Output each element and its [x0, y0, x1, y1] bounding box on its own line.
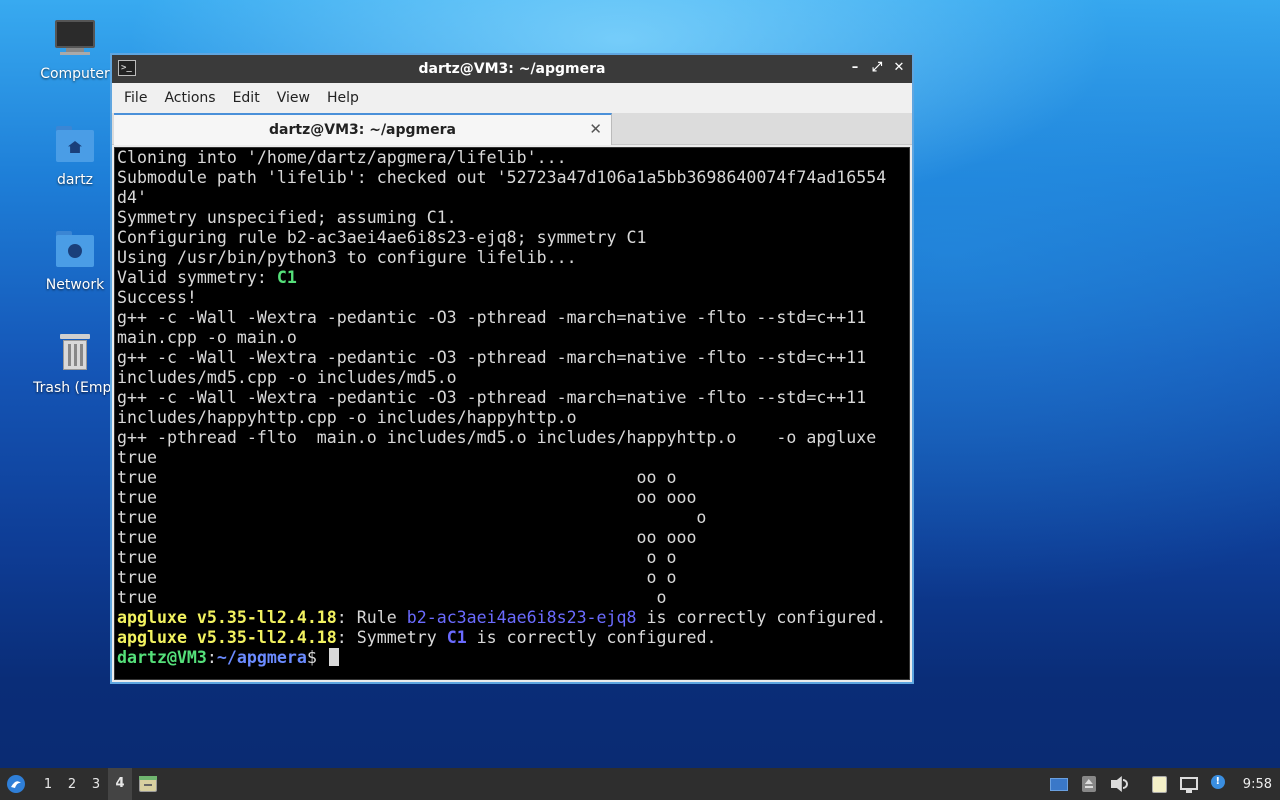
menu-actions[interactable]: Actions: [158, 90, 226, 106]
terminal-line: true o o: [117, 548, 677, 567]
minimize-button[interactable]: –: [848, 59, 862, 77]
terminal-line: Configuring rule b2-ac3aei4ae6i8s23-ejq8…: [117, 228, 647, 247]
menu-help[interactable]: Help: [321, 90, 370, 106]
terminal-line: Success!: [117, 288, 197, 307]
show-desktop-icon[interactable]: [1049, 774, 1069, 794]
tab-label: dartz@VM3: ~/apgmera: [269, 122, 456, 138]
program-version: apgluxe v5.35-ll2.4.18: [117, 628, 337, 647]
terminal-line: true oo ooo: [117, 528, 697, 547]
notification-icon[interactable]: !: [1209, 774, 1229, 794]
network-status-icon[interactable]: [1179, 774, 1199, 794]
terminal-line: g++ -c -Wall -Wextra -pedantic -O3 -pthr…: [117, 348, 867, 367]
terminal-line: g++ -c -Wall -Wextra -pedantic -O3 -pthr…: [117, 388, 867, 407]
terminal-line: true oo ooo: [117, 488, 697, 507]
tab-bar: dartz@VM3: ~/apgmera ✕: [112, 113, 912, 145]
terminal-line-symmetry-configured: apgluxe v5.35-ll2.4.18: Symmetry C1 is c…: [117, 628, 909, 648]
terminal-prompt[interactable]: dartz@VM3:~/apgmera$: [117, 648, 909, 668]
terminal-line: true oo o: [117, 468, 677, 487]
prompt-separator: :: [206, 648, 217, 667]
terminal-line: d4': [117, 188, 147, 207]
tab-close-icon[interactable]: ✕: [589, 120, 602, 138]
prompt-path: ~/apgmera: [216, 648, 307, 667]
volume-icon[interactable]: [1109, 774, 1129, 794]
terminal-line: Symmetry unspecified; assuming C1.: [117, 208, 457, 227]
terminal-line: includes/happyhttp.cpp -o includes/happy…: [117, 408, 577, 427]
system-tray: ! 9:58: [1049, 768, 1272, 800]
clock[interactable]: 9:58: [1243, 777, 1272, 792]
workspace-2[interactable]: 2: [60, 777, 84, 792]
home-folder-icon: [54, 124, 96, 166]
rule-status: is correctly configured.: [636, 608, 887, 627]
terminal-line: Cloning into '/home/dartz/apgmera/lifeli…: [117, 148, 567, 167]
trash-icon: [54, 332, 96, 374]
prompt-dollar: $: [306, 648, 327, 667]
terminal-line: g++ -pthread -flto main.o includes/md5.o…: [117, 428, 877, 447]
network-folder-icon: [54, 229, 96, 271]
program-version: apgluxe v5.35-ll2.4.18: [117, 608, 337, 627]
taskbar: 1 2 3 4 ! 9:58: [0, 768, 1280, 800]
clipboard-icon[interactable]: [1149, 774, 1169, 794]
menu-file[interactable]: File: [118, 90, 158, 106]
menu-bar: File Actions Edit View Help: [112, 83, 912, 113]
window-titlebar[interactable]: >_ dartz@VM3: ~/apgmera – ⤢ ✕: [112, 55, 912, 83]
rule-text: : Rule: [336, 608, 407, 627]
terminal-line-rule-configured: apgluxe v5.35-ll2.4.18: Rule b2-ac3aei4a…: [117, 608, 909, 628]
terminal-line: includes/md5.cpp -o includes/md5.o: [117, 368, 457, 387]
computer-icon: [54, 18, 96, 60]
menu-edit[interactable]: Edit: [227, 90, 271, 106]
terminal-output[interactable]: Cloning into '/home/dartz/apgmera/lifeli…: [114, 147, 910, 680]
valid-symmetry-value: C1: [276, 268, 297, 287]
rule-string: b2-ac3aei4ae6i8s23-ejq8: [406, 608, 637, 627]
terminal-line-valid-symmetry: Valid symmetry: C1: [117, 268, 909, 288]
terminal-line: true: [117, 448, 157, 467]
symmetry-status: is correctly configured.: [466, 628, 717, 647]
terminal-app-icon[interactable]: >_: [118, 60, 136, 76]
terminal-line: Using /usr/bin/python3 to configure life…: [117, 248, 577, 267]
start-menu-button[interactable]: [0, 768, 32, 800]
lubuntu-logo-icon: [7, 775, 25, 793]
valid-symmetry-label: Valid symmetry:: [117, 268, 277, 287]
symmetry-text: : Symmetry: [336, 628, 447, 647]
terminal-line: true o: [117, 588, 667, 607]
prompt-user: dartz@VM3: [117, 648, 207, 667]
workspace-1[interactable]: 1: [36, 777, 60, 792]
terminal-line: true o: [117, 508, 707, 527]
eject-icon[interactable]: [1079, 774, 1099, 794]
terminal-window[interactable]: >_ dartz@VM3: ~/apgmera – ⤢ ✕ File Actio…: [110, 53, 914, 684]
window-title: dartz@VM3: ~/apgmera: [418, 61, 606, 77]
terminal-line: true o o: [117, 568, 677, 587]
close-button[interactable]: ✕: [892, 59, 906, 77]
file-manager-launcher-icon[interactable]: [138, 774, 158, 794]
menu-view[interactable]: View: [271, 90, 321, 106]
text-cursor: [328, 648, 339, 666]
terminal-line: g++ -c -Wall -Wextra -pedantic -O3 -pthr…: [117, 308, 867, 327]
workspace-4[interactable]: 4: [108, 768, 132, 800]
workspace-3[interactable]: 3: [84, 777, 108, 792]
tab-terminal[interactable]: dartz@VM3: ~/apgmera ✕: [114, 113, 612, 145]
terminal-line: main.cpp -o main.o: [117, 328, 297, 347]
symmetry-value: C1: [446, 628, 467, 647]
maximize-button[interactable]: ⤢: [870, 59, 884, 77]
terminal-line: Submodule path 'lifelib': checked out '5…: [117, 168, 887, 187]
